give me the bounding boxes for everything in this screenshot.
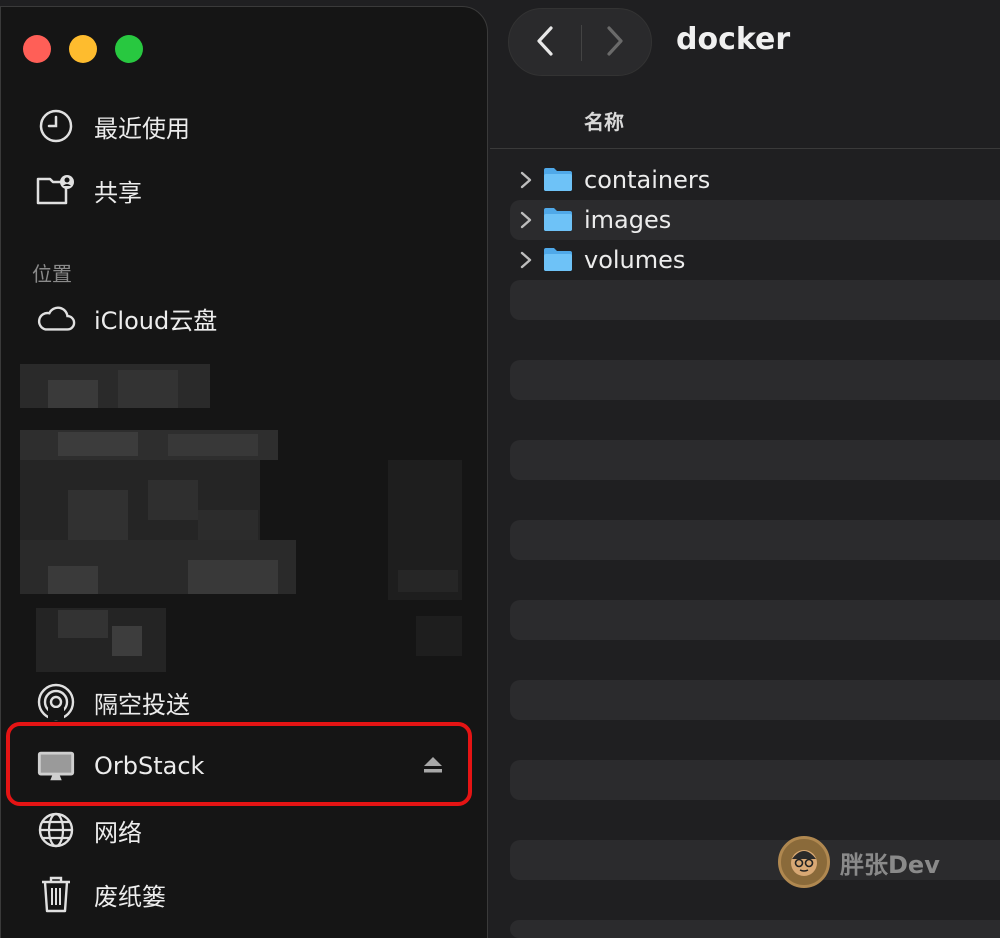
- window-controls: [23, 35, 143, 63]
- empty-row: [510, 600, 1000, 640]
- eject-icon[interactable]: [422, 756, 444, 774]
- empty-row: [510, 680, 1000, 720]
- sidebar-item-label: OrbStack: [94, 752, 205, 780]
- sidebar-item-shared[interactable]: 共享: [36, 170, 142, 210]
- chevron-right-icon[interactable]: [520, 210, 536, 230]
- empty-row: [510, 760, 1000, 800]
- minimize-button[interactable]: [69, 35, 97, 63]
- navigation-buttons: [508, 8, 652, 76]
- list-item[interactable]: containers: [510, 160, 1000, 200]
- display-icon: [36, 746, 76, 786]
- chevron-right-icon[interactable]: [520, 250, 536, 270]
- sidebar-item-label: 隔空投送: [94, 690, 190, 719]
- file-name: volumes: [584, 246, 686, 274]
- sidebar-item-label: 网络: [94, 818, 142, 847]
- sidebar-section-locations: 位置: [32, 262, 72, 286]
- list-item[interactable]: images: [510, 200, 1000, 240]
- window-title: docker: [676, 22, 791, 57]
- finder-window: 最近使用 共享 位置 iCloud云盘 隔空投送 OrbStack 网络 废纸篓…: [0, 0, 1000, 938]
- file-name: containers: [584, 166, 711, 194]
- cloud-icon: [36, 298, 76, 338]
- sidebar-item-label: 废纸篓: [94, 882, 166, 911]
- trash-icon: [36, 874, 76, 914]
- chevron-right-icon: [605, 25, 625, 61]
- folder-icon: [543, 207, 573, 232]
- sidebar-item-label: 共享: [94, 178, 142, 207]
- shared-folder-icon: [36, 170, 76, 210]
- list-item[interactable]: volumes: [510, 240, 1000, 280]
- sidebar-item-trash[interactable]: 废纸篓: [36, 874, 166, 914]
- sidebar-item-airdrop[interactable]: 隔空投送: [36, 682, 190, 722]
- sidebar-item-icloud[interactable]: iCloud云盘: [36, 298, 217, 338]
- empty-row: [510, 280, 1000, 320]
- back-button[interactable]: [525, 23, 565, 63]
- empty-row: [510, 440, 1000, 480]
- airdrop-icon: [36, 682, 76, 722]
- header-divider: [490, 148, 1000, 149]
- nav-divider: [581, 25, 582, 61]
- forward-button[interactable]: [595, 23, 635, 63]
- sidebar-item-orbstack[interactable]: OrbStack: [36, 746, 204, 786]
- empty-row: [510, 520, 1000, 560]
- close-button[interactable]: [23, 35, 51, 63]
- empty-row: [510, 360, 1000, 400]
- globe-icon: [36, 810, 76, 850]
- redacted-sidebar-items: [18, 360, 468, 680]
- chevron-right-icon[interactable]: [520, 170, 536, 190]
- file-name: images: [584, 206, 672, 234]
- zoom-button[interactable]: [115, 35, 143, 63]
- sidebar-item-network[interactable]: 网络: [36, 810, 142, 850]
- folder-icon: [543, 247, 573, 272]
- sidebar-item-label: iCloud云盘: [94, 306, 218, 335]
- avatar: [778, 836, 830, 888]
- clock-icon: [36, 106, 76, 146]
- watermark: 胖张Dev: [778, 836, 940, 888]
- empty-row: [510, 920, 1000, 938]
- sidebar-item-label: 最近使用: [94, 114, 190, 143]
- sidebar-item-recents[interactable]: 最近使用: [36, 106, 190, 146]
- chevron-left-icon: [535, 25, 555, 61]
- folder-icon: [543, 167, 573, 192]
- watermark-text: 胖张Dev: [840, 850, 940, 879]
- column-header-name[interactable]: 名称: [584, 106, 624, 135]
